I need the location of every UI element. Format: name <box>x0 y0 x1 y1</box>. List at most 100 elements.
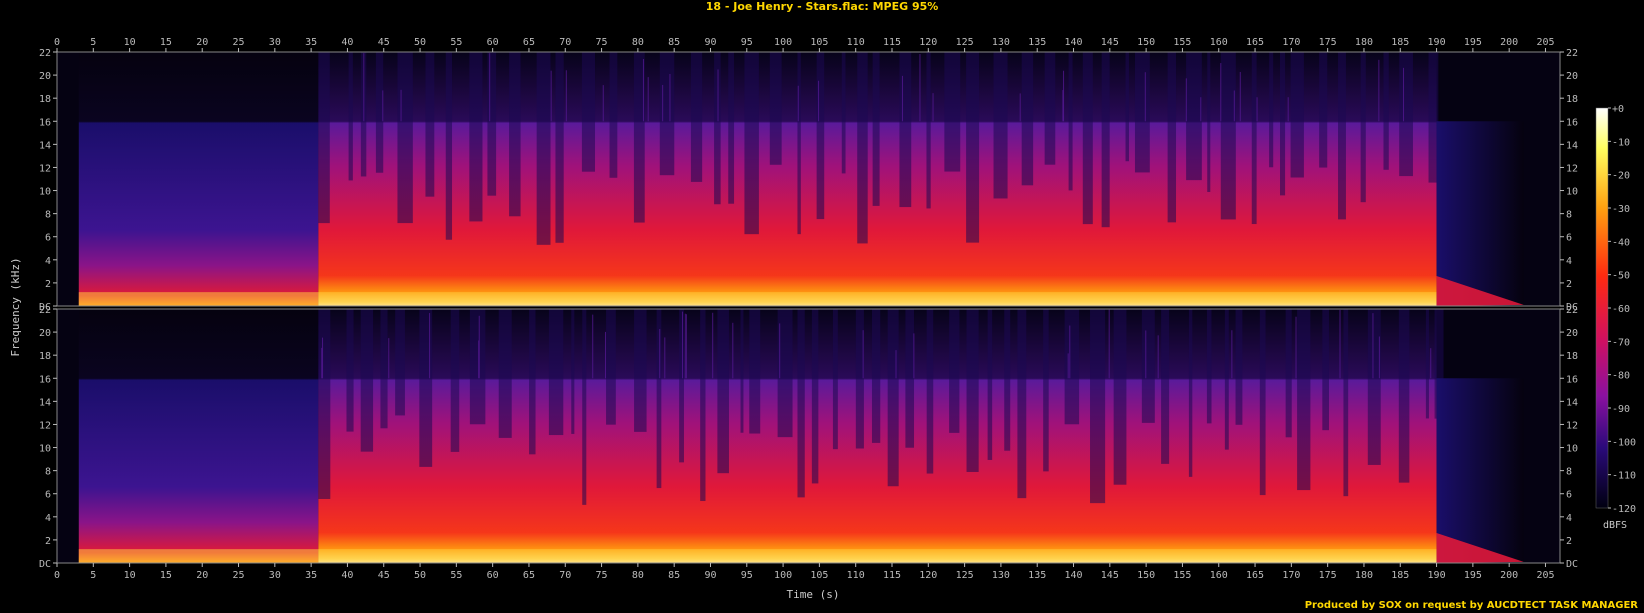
x-tick-label-bottom: 175 <box>1319 570 1337 581</box>
y-tick-label-right: 2 <box>1566 279 1572 290</box>
x-tick-label-bottom: 90 <box>704 570 716 581</box>
x-tick-label-top: 175 <box>1319 37 1337 48</box>
x-tick-label-top: 185 <box>1391 37 1409 48</box>
x-tick-label-top: 95 <box>741 37 753 48</box>
x-tick-label-bottom: 40 <box>341 570 353 581</box>
x-tick-label-top: 35 <box>305 37 317 48</box>
x-tick-label-top: 30 <box>269 37 281 48</box>
y-tick-label-left: 12 <box>39 163 51 174</box>
x-tick-label-top: 205 <box>1536 37 1554 48</box>
x-tick-label-top: 115 <box>883 37 901 48</box>
x-tick-label-top: 0 <box>54 37 60 48</box>
y-tick-label-right: 8 <box>1566 467 1572 478</box>
x-tick-label-bottom: 20 <box>196 570 208 581</box>
x-tick-label-bottom: 80 <box>632 570 644 581</box>
y-tick-label-right: 18 <box>1566 351 1578 362</box>
colorbar <box>1595 107 1609 509</box>
y-tick-label-left: 8 <box>45 467 51 478</box>
colorbar-tick-label: -30 <box>1612 204 1630 215</box>
y-tick-label-left: 22 <box>39 305 51 316</box>
x-tick-label-top: 55 <box>450 37 462 48</box>
y-tick-label-right: 22 <box>1566 48 1578 59</box>
x-tick-label-top: 135 <box>1028 37 1046 48</box>
y-tick-label-left: 14 <box>39 397 51 408</box>
y-tick-label-left: 14 <box>39 140 51 151</box>
y-tick-label-left: 10 <box>39 187 51 198</box>
x-tick-label-bottom: 95 <box>741 570 753 581</box>
y-tick-label-left: DC <box>39 559 51 570</box>
y-tick-label-right: 4 <box>1566 256 1572 267</box>
y-tick-label-right: 2 <box>1566 536 1572 547</box>
y-tick-label-right: 20 <box>1566 71 1578 82</box>
y-tick-label-right: 6 <box>1566 233 1572 244</box>
y-tick-label-right: DC <box>1566 559 1578 570</box>
x-tick-label-bottom: 180 <box>1355 570 1373 581</box>
x-tick-label-top: 130 <box>992 37 1010 48</box>
x-tick-label-bottom: 145 <box>1101 570 1119 581</box>
colorbar-tick-label: -100 <box>1612 437 1636 448</box>
x-tick-label-bottom: 65 <box>523 570 535 581</box>
colorbar-tick-label: -110 <box>1612 471 1636 482</box>
y-tick-label-right: 14 <box>1566 140 1578 151</box>
y-tick-label-right: 22 <box>1566 305 1578 316</box>
colorbar-tick-label: -80 <box>1612 371 1630 382</box>
x-tick-label-bottom: 195 <box>1464 570 1482 581</box>
y-tick-label-right: 4 <box>1566 513 1572 524</box>
x-tick-label-top: 195 <box>1464 37 1482 48</box>
x-tick-label-bottom: 10 <box>124 570 136 581</box>
x-tick-label-bottom: 5 <box>90 570 96 581</box>
x-tick-label-top: 80 <box>632 37 644 48</box>
x-tick-label-bottom: 55 <box>450 570 462 581</box>
x-tick-label-top: 160 <box>1210 37 1228 48</box>
x-tick-label-bottom: 70 <box>559 570 571 581</box>
x-tick-label-top: 10 <box>124 37 136 48</box>
x-tick-label-top: 165 <box>1246 37 1264 48</box>
colorbar-tick-label: -40 <box>1612 237 1630 248</box>
x-tick-label-bottom: 35 <box>305 570 317 581</box>
x-tick-label-top: 20 <box>196 37 208 48</box>
spectrogram-chart: DC DC2 24 46 68 810 1012 1214 1416 1618 1820 2022 22… <box>9 37 1636 601</box>
x-tick-label-bottom: 165 <box>1246 570 1264 581</box>
y-tick-label-right: 18 <box>1566 94 1578 105</box>
y-tick-label-right: 12 <box>1566 163 1578 174</box>
x-tick-label-top: 145 <box>1101 37 1119 48</box>
x-tick-label-bottom: 185 <box>1391 570 1409 581</box>
y-tick-label-left: 18 <box>39 351 51 362</box>
x-tick-label-top: 180 <box>1355 37 1373 48</box>
y-tick-label-left: 22 <box>39 48 51 59</box>
x-tick-label-bottom: 50 <box>414 570 426 581</box>
x-axis-label: Time (s) <box>787 588 840 601</box>
x-tick-label-top: 65 <box>523 37 535 48</box>
x-tick-label-top: 140 <box>1064 37 1082 48</box>
x-tick-label-bottom: 105 <box>810 570 828 581</box>
x-tick-label-top: 50 <box>414 37 426 48</box>
x-tick-label-top: 120 <box>919 37 937 48</box>
y-tick-label-left: 10 <box>39 444 51 455</box>
y-tick-label-left: 12 <box>39 420 51 431</box>
x-tick-label-bottom: 170 <box>1282 570 1300 581</box>
x-tick-label-bottom: 75 <box>596 570 608 581</box>
colorbar-tick-label: -120 <box>1612 504 1636 515</box>
y-axis-label: Frequency (kHz) <box>9 257 22 356</box>
x-tick-label-bottom: 155 <box>1173 570 1191 581</box>
y-tick-label-left: 2 <box>45 279 51 290</box>
x-tick-label-bottom: 0 <box>54 570 60 581</box>
colorbar-tick-label: -70 <box>1612 337 1630 348</box>
y-tick-label-left: 6 <box>45 490 51 501</box>
x-tick-label-top: 45 <box>378 37 390 48</box>
x-tick-label-bottom: 120 <box>919 570 937 581</box>
x-tick-label-bottom: 60 <box>487 570 499 581</box>
y-tick-label-right: 12 <box>1566 420 1578 431</box>
y-tick-label-right: 16 <box>1566 117 1578 128</box>
y-tick-label-right: 10 <box>1566 187 1578 198</box>
x-tick-label-bottom: 190 <box>1428 570 1446 581</box>
x-tick-label-top: 90 <box>704 37 716 48</box>
y-tick-label-left: 2 <box>45 536 51 547</box>
colorbar-label: dBFS <box>1603 520 1627 531</box>
x-tick-label-top: 105 <box>810 37 828 48</box>
x-tick-label-bottom: 30 <box>269 570 281 581</box>
x-tick-label-bottom: 45 <box>378 570 390 581</box>
x-tick-label-bottom: 130 <box>992 570 1010 581</box>
x-tick-label-top: 5 <box>90 37 96 48</box>
x-tick-label-top: 190 <box>1428 37 1446 48</box>
